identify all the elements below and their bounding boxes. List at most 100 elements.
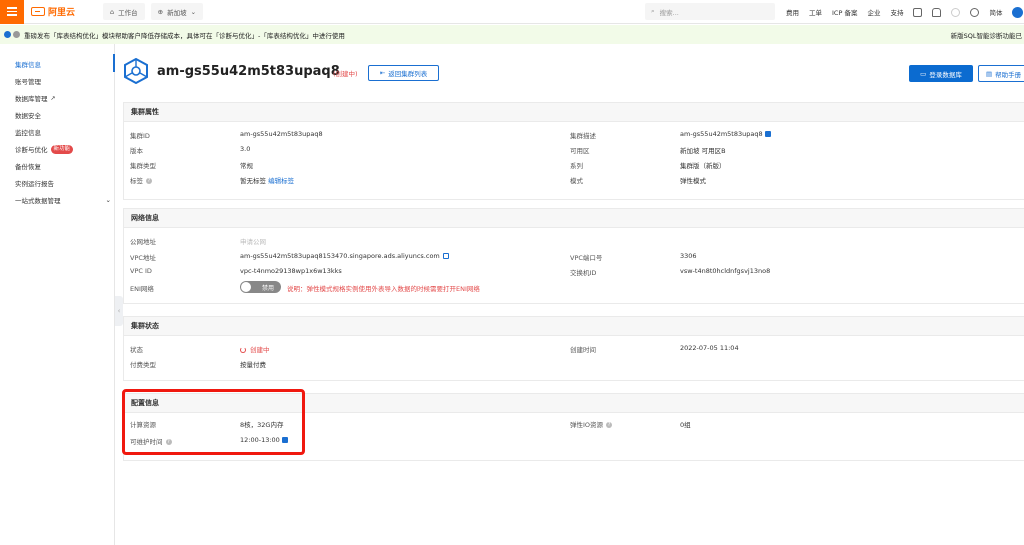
bell-icon[interactable] xyxy=(932,7,942,17)
vpc-port-label: VPC端口号 xyxy=(570,254,603,262)
monitor-icon: ▭ xyxy=(920,69,927,78)
compute-resource-value: 8核，32G内存 xyxy=(240,421,284,429)
avatar[interactable] xyxy=(1012,6,1024,18)
loading-spinner-icon xyxy=(240,347,246,353)
home-icon: ⌂ xyxy=(110,7,115,16)
nav-link-billing[interactable]: 费用 xyxy=(786,7,799,17)
version-value: 3.0 xyxy=(240,145,251,153)
back-icon: ⇤ xyxy=(379,69,386,77)
help-manual-button[interactable]: ▤ 帮助手册 xyxy=(978,65,1024,82)
prev-announcement-icon[interactable] xyxy=(4,31,11,38)
workbench-button[interactable]: ⌂ 工作台 xyxy=(103,3,145,20)
sidebar-item-data-security[interactable]: 数据安全 xyxy=(15,110,41,120)
apply-public-address-link[interactable]: 申请公网 xyxy=(240,236,266,246)
chevron-down-icon: ⌄ xyxy=(105,196,111,204)
config-info-panel: 配置信息 计算资源 8核，32G内存 弹性IO资源? 0组 可维护时间? 12:… xyxy=(123,393,1024,461)
announcement-right-text[interactable]: 新版SQL智能诊断功能已 xyxy=(951,30,1022,40)
section-title: 集群状态 xyxy=(124,317,1024,336)
state-text: 创建中 xyxy=(250,346,270,354)
sidebar-item-label: 备份恢复 xyxy=(15,163,41,171)
state-label: 状态 xyxy=(130,346,143,354)
nav-link-ticket[interactable]: 工单 xyxy=(809,7,822,17)
help-icon[interactable]: ? xyxy=(146,178,152,184)
help-icon[interactable]: ? xyxy=(165,439,172,445)
maintenance-window-text: 12:00-13:00 xyxy=(240,436,280,444)
vpc-address-value: am-gs55u42m5t83upaq8153470.singapore.ads… xyxy=(240,252,449,260)
cluster-type-label: 集群类型 xyxy=(130,162,156,170)
edit-icon[interactable] xyxy=(281,437,288,443)
copy-icon[interactable] xyxy=(442,253,449,259)
sidebar-item-label: 数据安全 xyxy=(15,112,41,120)
terminal-icon[interactable] xyxy=(913,7,923,17)
page-title: am-gs55u42m5t83upaq8 xyxy=(157,64,340,79)
section-title: 网络信息 xyxy=(124,209,1024,228)
vswitch-id-value: vsw-t4n8t0hcldnfgsvj13no8 xyxy=(680,267,771,275)
cluster-desc-value: am-gs55u42m5t83upaq8 xyxy=(680,130,771,138)
vpc-port-value: 3306 xyxy=(680,252,697,260)
series-value: 集群版（新版） xyxy=(680,162,726,170)
region-selector[interactable]: ⊕ 新加坡 ⌄ xyxy=(150,3,204,20)
login-database-button[interactable]: ▭ 登录数据库 xyxy=(909,65,973,82)
tags-label: 标签? xyxy=(130,175,152,185)
billing-type-label: 付费类型 xyxy=(130,361,156,369)
compute-resource-label: 计算资源 xyxy=(130,421,156,429)
sidebar-item-monitoring[interactable]: 监控信息 xyxy=(15,127,41,137)
eni-toggle[interactable]: 禁用 xyxy=(240,281,281,293)
help-icon[interactable] xyxy=(970,7,980,17)
sidebar-collapse-handle[interactable]: ‹ xyxy=(115,296,123,326)
search-placeholder: 搜索... xyxy=(659,8,679,17)
sidebar: 集群信息 账号管理 数据库管理 ↗ 数据安全 监控信息 诊断与优化 新功能 备份恢复… xyxy=(0,44,115,545)
vpc-address-text: am-gs55u42m5t83upaq8153470.singapore.ads… xyxy=(240,252,440,260)
lightbulb-icon[interactable] xyxy=(951,7,961,17)
cluster-desc-text: am-gs55u42m5t83upaq8 xyxy=(680,130,763,138)
announcement-banner: 重磅发布「库表结构优化」模块帮助客户降低存储成本，具体可在「诊断与优化」-「库表… xyxy=(0,25,1024,44)
sidebar-item-label: 一站式数据管理 xyxy=(15,197,61,205)
sidebar-item-backup[interactable]: 备份恢复 xyxy=(15,161,41,171)
aliyun-logo[interactable]: 阿里云 xyxy=(31,5,75,18)
edit-icon[interactable] xyxy=(764,131,771,137)
nav-link-enterprise[interactable]: 企业 xyxy=(867,7,880,17)
sidebar-item-label: 实例运行报告 xyxy=(15,180,54,188)
toggle-label: 禁用 xyxy=(261,284,274,292)
announcement-text[interactable]: 重磅发布「库表结构优化」模块帮助客户降低存储成本，具体可在「诊断与优化」-「库表… xyxy=(24,30,345,40)
elastic-io-label: 弹性IO资源? xyxy=(570,419,613,429)
edit-tags-link[interactable]: 编辑标签 xyxy=(268,177,294,185)
new-feature-badge: 新功能 xyxy=(50,144,74,154)
sidebar-item-report[interactable]: 实例运行报告 xyxy=(15,178,54,188)
top-nav-bar: 阿里云 ⌂ 工作台 ⊕ 新加坡 ⌄ ⌕ 搜索... 费用 工单 ICP 备案 企… xyxy=(0,0,1024,24)
help-icon[interactable]: ? xyxy=(606,422,613,428)
sidebar-item-database-mgmt[interactable]: 数据库管理 ↗ xyxy=(15,93,56,104)
zone-label: 可用区 xyxy=(570,147,590,155)
nav-link-support[interactable]: 支持 xyxy=(890,7,903,17)
sidebar-item-cluster-info[interactable]: 集群信息 xyxy=(15,59,41,69)
cluster-properties-panel: 集群属性 集群ID am-gs55u42m5t83upaq8 集群描述 am-g… xyxy=(123,102,1024,200)
cluster-icon xyxy=(124,58,148,84)
elastic-io-label-text: 弹性IO资源 xyxy=(570,421,604,429)
back-to-list-button[interactable]: ⇤ 返回集群列表 xyxy=(368,65,439,81)
chevron-down-icon: ⌄ xyxy=(190,7,197,16)
language-selector[interactable]: 简体 xyxy=(989,7,1002,17)
region-label: 新加坡 xyxy=(167,8,187,17)
sidebar-item-diagnosis[interactable]: 诊断与优化 新功能 xyxy=(15,144,74,154)
nav-link-icp[interactable]: ICP 备案 xyxy=(832,7,857,17)
sidebar-item-dms[interactable]: 一站式数据管理 ⌄ xyxy=(15,195,111,205)
cluster-type-value: 常规 xyxy=(240,162,253,170)
mode-label: 模式 xyxy=(570,177,583,185)
created-time-value: 2022-07-05 11:04 xyxy=(680,344,739,352)
menu-icon[interactable] xyxy=(0,0,24,24)
sidebar-item-accounts[interactable]: 账号管理 xyxy=(15,76,41,86)
network-info-panel: 网络信息 公网地址 申请公网 VPC地址 am-gs55u42m5t83upaq… xyxy=(123,208,1024,304)
login-button-label: 登录数据库 xyxy=(929,70,962,79)
help-button-label: 帮助手册 xyxy=(995,70,1022,79)
next-announcement-icon[interactable] xyxy=(13,31,20,38)
section-title: 集群属性 xyxy=(124,103,1024,122)
tags-value: 暂无标签 编辑标签 xyxy=(240,175,294,185)
elastic-io-value: 0组 xyxy=(680,421,691,429)
sidebar-item-label: 诊断与优化 xyxy=(15,146,48,154)
toggle-knob xyxy=(241,282,251,292)
maintenance-label-text: 可维护时间 xyxy=(130,438,163,446)
active-indicator xyxy=(113,54,115,72)
cluster-id-value: am-gs55u42m5t83upaq8 xyxy=(240,130,323,138)
search-input[interactable]: ⌕ 搜索... xyxy=(645,3,775,20)
billing-type-value: 按量付费 xyxy=(240,361,266,369)
